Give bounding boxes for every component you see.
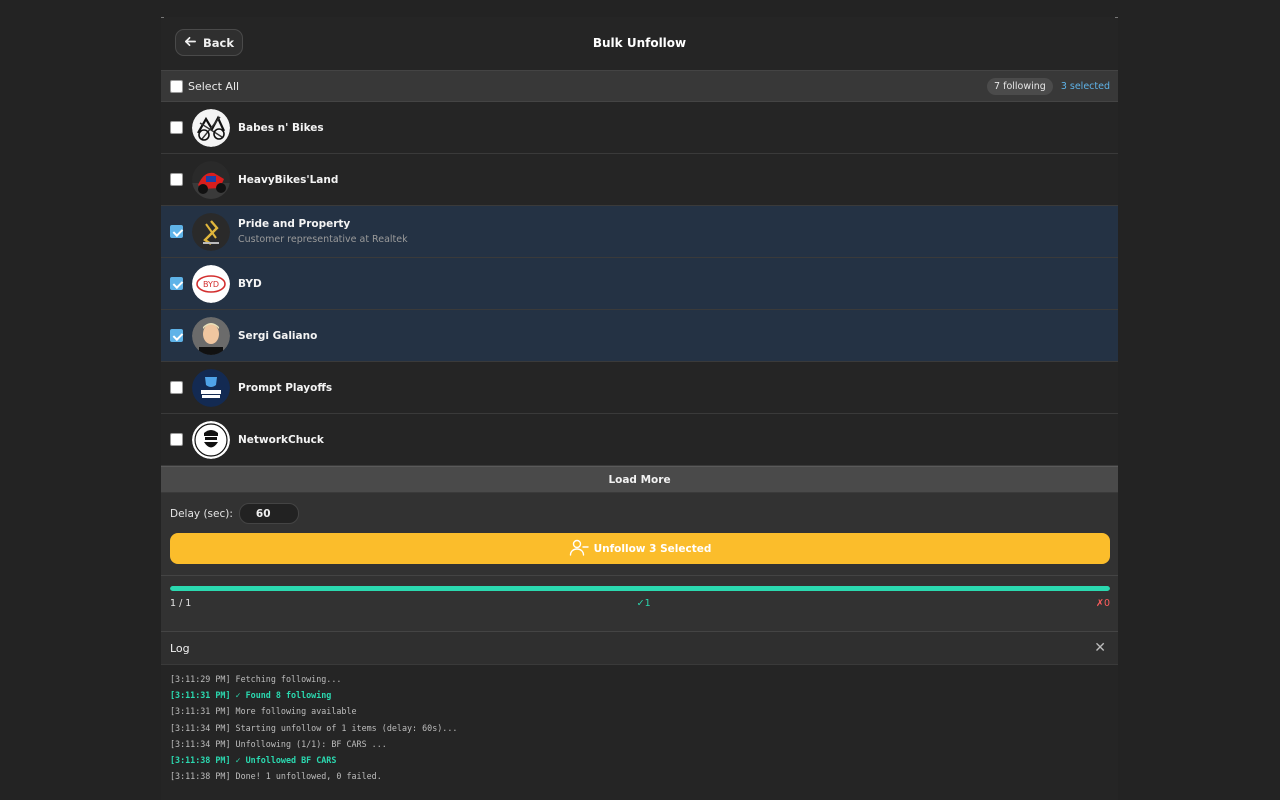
log-line: [3:11:34 PM] Starting unfollow of 1 item…	[170, 722, 458, 733]
header: Back Bulk Unfollow	[161, 17, 1118, 70]
following-count-badge: 7 following	[987, 77, 1053, 95]
select-all-checkbox[interactable]	[170, 79, 183, 93]
account-name: Prompt Playoffs	[238, 381, 333, 394]
delay-input[interactable]	[238, 503, 299, 524]
account-text: Prompt Playoffs	[238, 382, 332, 394]
account-row[interactable]: Prompt Playoffs	[161, 362, 1118, 414]
account-checkbox[interactable]	[170, 225, 183, 238]
account-checkbox[interactable]	[170, 277, 183, 290]
progress-section: 1 / 1 ✓1 ✗0	[161, 576, 1118, 632]
bike-sketch-avatar-icon	[192, 108, 230, 147]
user-minus-icon	[569, 539, 589, 559]
progress-count: 1 / 1	[170, 598, 192, 609]
account-row[interactable]: Pride and Property Customer representativ…	[161, 206, 1118, 258]
account-subtitle: Customer representative at Realtek	[238, 234, 408, 245]
account-name: BYD	[238, 277, 262, 290]
success-count: ✓1	[636, 598, 651, 609]
log-line: [3:11:31 PM] More following available	[170, 706, 357, 717]
progress-bar-fill	[170, 586, 1110, 591]
log-line: [3:11:38 PM] Done! 1 unfollowed, 0 faile…	[170, 771, 382, 782]
prompt-playoffs-logo-avatar-icon	[192, 368, 230, 407]
account-text: Sergi Galiano	[238, 330, 317, 342]
delay-label: Delay (sec):	[170, 507, 233, 520]
account-text: Pride and Property Customer representativ…	[238, 218, 408, 245]
log-header: Log ✕	[161, 632, 1118, 665]
selected-count: 3 selected	[1060, 80, 1110, 92]
svg-text:BYD: BYD	[203, 280, 219, 289]
byd-logo-avatar-icon: BYD	[192, 264, 230, 303]
unfollow-button-label: Unfollow 3 Selected	[593, 542, 712, 555]
account-text: NetworkChuck	[238, 434, 324, 446]
person-photo-avatar-icon	[192, 316, 230, 355]
delay-row: Delay (sec):	[170, 503, 1110, 524]
log-line: [3:11:34 PM] Unfollowing (1/1): BF CARS …	[170, 738, 387, 749]
controls: Delay (sec): Unfollow 3 Selected	[161, 493, 1118, 576]
networkchuck-logo-avatar-icon	[192, 420, 230, 459]
log-line: [3:11:29 PM] Fetching following...	[170, 674, 342, 684]
account-list: Babes n' Bikes HeavyBikes'Land Pride and P…	[161, 102, 1118, 466]
close-icon[interactable]: ✕	[1094, 641, 1106, 655]
account-name: Sergi Galiano	[238, 329, 318, 342]
progress-stats: 1 / 1 ✓1 ✗0	[170, 598, 1110, 609]
account-checkbox[interactable]	[170, 381, 183, 394]
bulk-unfollow-panel: Back Bulk Unfollow Select All 7 followin…	[161, 17, 1118, 800]
account-text: Babes n' Bikes	[238, 122, 324, 134]
account-row[interactable]: BYD BYD	[161, 258, 1118, 310]
red-motorcycle-avatar-icon	[192, 160, 230, 199]
account-name: HeavyBikes'Land	[238, 173, 339, 186]
fail-count: ✗0	[1095, 598, 1110, 609]
account-name: Babes n' Bikes	[238, 121, 324, 134]
unfollow-selected-button[interactable]: Unfollow 3 Selected	[170, 533, 1110, 564]
log-body: [3:11:29 PM] Fetching following... [3:11:…	[161, 665, 1118, 790]
account-text: HeavyBikes'Land	[238, 174, 338, 186]
select-all-label[interactable]: Select All	[188, 80, 239, 93]
account-row[interactable]: Sergi Galiano	[161, 310, 1118, 362]
account-row[interactable]: HeavyBikes'Land	[161, 154, 1118, 206]
account-checkbox[interactable]	[170, 433, 183, 446]
select-all-bar: Select All 7 following 3 selected	[161, 70, 1118, 102]
account-name: NetworkChuck	[238, 433, 324, 446]
account-row[interactable]: Babes n' Bikes	[161, 102, 1118, 154]
account-row[interactable]: NetworkChuck	[161, 414, 1118, 466]
gold-logo-avatar-icon	[192, 212, 230, 251]
load-more-button[interactable]: Load More	[161, 466, 1118, 493]
account-text: BYD	[238, 278, 262, 290]
account-checkbox[interactable]	[170, 121, 183, 134]
account-checkbox[interactable]	[170, 173, 183, 186]
log-line: [3:11:38 PM] ✓ Unfollowed BF CARS	[170, 754, 337, 765]
log-line: [3:11:31 PM] ✓ Found 8 following	[170, 690, 332, 701]
progress-bar	[170, 586, 1110, 591]
page-title: Bulk Unfollow	[592, 36, 687, 50]
account-name: Pride and Property	[238, 218, 351, 230]
log-title: Log	[170, 641, 190, 655]
account-checkbox[interactable]	[170, 329, 183, 342]
